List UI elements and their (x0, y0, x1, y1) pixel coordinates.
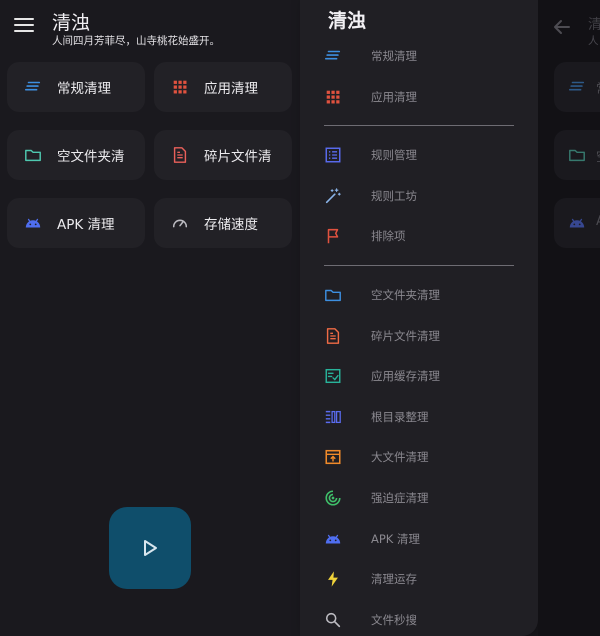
feature-card-label: 碎片文件清 (204, 149, 272, 165)
background-card[interactable]: A (554, 198, 600, 248)
drawer-item-label: 空文件夹清理 (371, 288, 440, 302)
background-subtitle: 人 (588, 35, 599, 47)
drawer-item[interactable]: 碎片文件清理 (300, 318, 538, 354)
folder-icon (568, 146, 586, 164)
lines-icon (24, 78, 42, 96)
drawer-item-label: 根目录整理 (371, 409, 429, 424)
drawer-item-label: 碎片文件清理 (371, 328, 440, 343)
target-icon (323, 488, 343, 508)
drawer-item[interactable]: 清理运存 (300, 561, 538, 597)
drawer-title: 清浊 (328, 10, 367, 32)
grid-icon (171, 78, 189, 96)
drawer-item[interactable]: APK 清理 (300, 521, 538, 557)
drawer-item[interactable]: 根目录整理 (300, 399, 538, 435)
feature-card-label: APK 清理 (57, 217, 115, 233)
menu-icon[interactable] (14, 18, 34, 34)
drawer-item-label: 规则工坊 (371, 188, 417, 203)
drawer-item[interactable]: 规则管理 (300, 137, 538, 173)
android-icon (24, 214, 42, 232)
drawer-item[interactable]: 大文件清理 (300, 439, 538, 475)
feature-card[interactable]: 应用清理 (154, 62, 292, 112)
app-title: 清浊 (52, 12, 91, 34)
speedometer-icon (171, 214, 189, 232)
feature-card-label: 空文件夹清 (57, 149, 125, 165)
lines-icon (568, 78, 586, 96)
feature-card-label: 应用清理 (204, 81, 258, 97)
android-icon (323, 529, 343, 549)
drawer-item[interactable]: 排除项 (300, 218, 538, 254)
flag-icon (323, 226, 343, 246)
background-card-label: 常 (596, 78, 600, 97)
drawer-item[interactable]: 空文件夹清理 (300, 277, 538, 313)
app-subtitle: 人间四月芳菲尽，山寺桃花始盛开。 (52, 35, 220, 47)
top-app-bar: 清浊 人间四月芳菲尽，山寺桃花始盛开。 (0, 0, 300, 56)
lines-icon (323, 46, 343, 66)
drawer-item-label: 大文件清理 (371, 450, 429, 465)
drawer-item[interactable]: 强迫症清理 (300, 480, 538, 516)
feature-card[interactable]: APK 清理 (7, 198, 145, 248)
search-icon (323, 610, 343, 630)
drawer-item-label: 排除项 (371, 229, 406, 244)
magic-wand-icon (323, 186, 343, 206)
cache-check-icon (323, 366, 343, 386)
list-box-icon (323, 145, 343, 165)
background-screen: 清 人 常空 A (538, 0, 600, 636)
feature-card[interactable]: 存储速度 (154, 198, 292, 248)
drawer-divider (324, 265, 514, 266)
drawer-item-label: 常规清理 (371, 49, 417, 63)
drawer-item[interactable]: 文件秒搜 (300, 602, 538, 636)
folder-icon (24, 146, 42, 164)
drawer-item[interactable]: 常规清理 (300, 38, 538, 74)
feature-card-label: 存储速度 (204, 217, 258, 233)
background-card[interactable]: 常 (554, 62, 600, 112)
drawer-item-label: APK 清理 (371, 531, 420, 546)
drawer-item-label: 清理运存 (371, 572, 417, 587)
lightning-icon (323, 569, 343, 589)
navigation-drawer: 清浊 常规清理应用清理规则管理规则工坊排除项空文件夹清理 碎片文件清理 应用缓存清理… (300, 0, 538, 636)
document-icon (323, 326, 343, 346)
document-icon (171, 146, 189, 164)
background-card[interactable]: 空 (554, 130, 600, 180)
android-icon (568, 214, 586, 232)
drawer-item-label: 文件秒搜 (371, 612, 417, 627)
drawer-item-label: 应用缓存清理 (371, 369, 440, 384)
play-icon (144, 540, 157, 556)
drawer-item[interactable]: 应用清理 (300, 79, 538, 115)
feature-card[interactable]: 碎片文件清 (154, 130, 292, 180)
background-card-label: 空 (596, 146, 600, 165)
drawer-item[interactable]: 应用缓存清理 (300, 358, 538, 394)
feature-card[interactable]: 常规清理 (7, 62, 145, 112)
feature-card[interactable]: 空文件夹清 (7, 130, 145, 180)
background-title: 清 (588, 17, 600, 33)
archive-icon (323, 447, 343, 467)
folder-icon (323, 285, 343, 305)
drawer-item[interactable]: 规则工坊 (300, 178, 538, 214)
start-clean-button[interactable] (109, 507, 191, 589)
background-card-label: A (596, 214, 600, 229)
main-screen: 清浊 人间四月芳菲尽，山寺桃花始盛开。 常规清理 应用清理空文件夹清 碎片文件清 AP… (0, 0, 300, 636)
drawer-item-label: 强迫症清理 (371, 491, 429, 505)
feature-card-label: 常规清理 (57, 81, 111, 97)
grid-icon (323, 87, 343, 107)
back-arrow-icon[interactable] (552, 17, 572, 37)
drawer-item-label: 应用清理 (371, 89, 417, 104)
drawer-item-label: 规则管理 (371, 148, 417, 163)
drawer-divider (324, 125, 514, 127)
columns-icon (323, 407, 343, 427)
